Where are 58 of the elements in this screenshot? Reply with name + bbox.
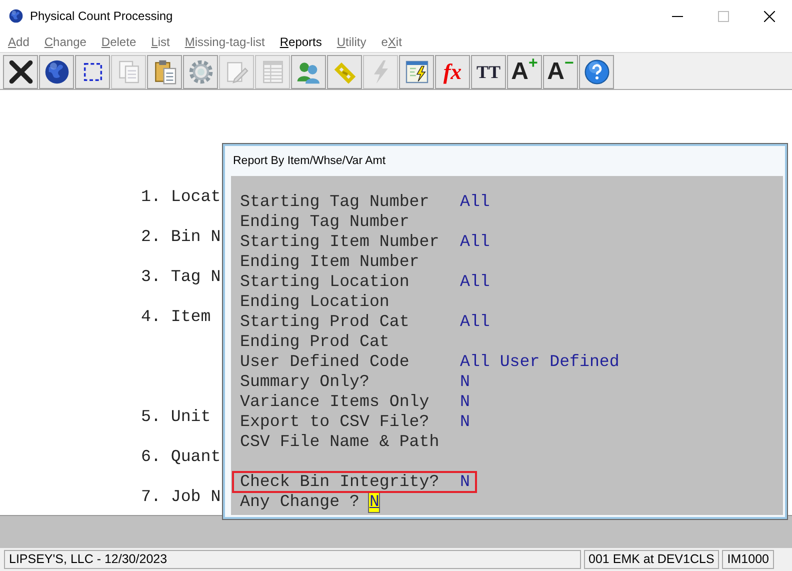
- field-value: All: [460, 312, 490, 332]
- toolbar-button[interactable]: fx: [435, 55, 470, 89]
- field-value: All: [460, 232, 490, 252]
- field-label: Starting Tag Number: [240, 192, 430, 212]
- prompt-label: Any Change ?: [240, 492, 360, 512]
- field-label: Variance Items Only: [240, 392, 430, 412]
- field-value: All: [460, 272, 490, 292]
- field-label: 1. Locat: [141, 186, 221, 208]
- text-size-icon: TT: [476, 63, 500, 81]
- field-value: All: [460, 192, 490, 212]
- toolbar-button[interactable]: [39, 55, 74, 89]
- toolbar-button[interactable]: [399, 55, 434, 89]
- field-value: N: [460, 392, 470, 412]
- fx-icon: fx: [443, 61, 462, 83]
- maximize-icon: [718, 10, 728, 22]
- app-globe-icon: [8, 8, 24, 24]
- status-pane: 001 EMK at DEV1CLS: [584, 550, 720, 569]
- close-icon: [6, 58, 34, 86]
- gear-icon: [186, 58, 214, 86]
- close-icon: [764, 10, 774, 22]
- field-label: Ending Item Number: [240, 252, 420, 272]
- status-pane: IM1000: [722, 550, 774, 569]
- field-label: Export to CSV File?: [240, 412, 430, 432]
- input-field[interactable]: N: [369, 492, 380, 512]
- increase-font-icon: A$^{+}$: [511, 60, 538, 84]
- toolbar-button[interactable]: A$^{+}$: [507, 55, 542, 89]
- field-label: CSV File Name & Path: [240, 432, 440, 452]
- field-label: 3. Tag N: [141, 266, 221, 288]
- field-label: Starting Location: [240, 272, 410, 292]
- field-label: Ending Tag Number: [240, 212, 410, 232]
- field-label: Ending Prod Cat: [240, 332, 390, 352]
- field-label: Summary Only?: [240, 372, 370, 392]
- toolbar-button[interactable]: [75, 55, 110, 89]
- field-label: User Defined Code: [240, 352, 410, 372]
- field-value: N: [460, 412, 470, 432]
- field-label: 2. Bin N: [141, 226, 221, 248]
- toolbar-button[interactable]: [579, 55, 614, 89]
- menu-item[interactable]: Reports: [280, 33, 322, 51]
- field-value: N: [460, 372, 470, 392]
- field-label: 5. Unit: [141, 406, 211, 428]
- field-label: 6. Quant: [141, 446, 221, 468]
- field-value: N: [460, 472, 470, 492]
- globe-icon: [42, 58, 70, 86]
- field-value: All User Defined: [460, 352, 620, 372]
- status-pane: LIPSEY'S, LLC - 12/30/2023: [4, 550, 581, 569]
- field-label: Check Bin Integrity?: [240, 472, 440, 492]
- toolbar-button[interactable]: [3, 55, 38, 89]
- field-label: Ending Location: [240, 292, 390, 312]
- help-icon: [582, 58, 610, 86]
- field-label: 7. Job N: [141, 486, 221, 508]
- field-label: Starting Prod Cat: [240, 312, 410, 332]
- field-label: 4. Item: [141, 306, 211, 328]
- window-title: Physical Count Processing: [30, 8, 174, 25]
- toolbar-button[interactable]: TT: [471, 55, 506, 89]
- decrease-font-icon: A$^{−}$: [547, 60, 574, 84]
- toolbar-button[interactable]: A$^{−}$: [543, 55, 578, 89]
- field-label: Starting Item Number: [240, 232, 440, 252]
- dialog-title: Report By Item/Whse/Var Amt: [232, 154, 387, 169]
